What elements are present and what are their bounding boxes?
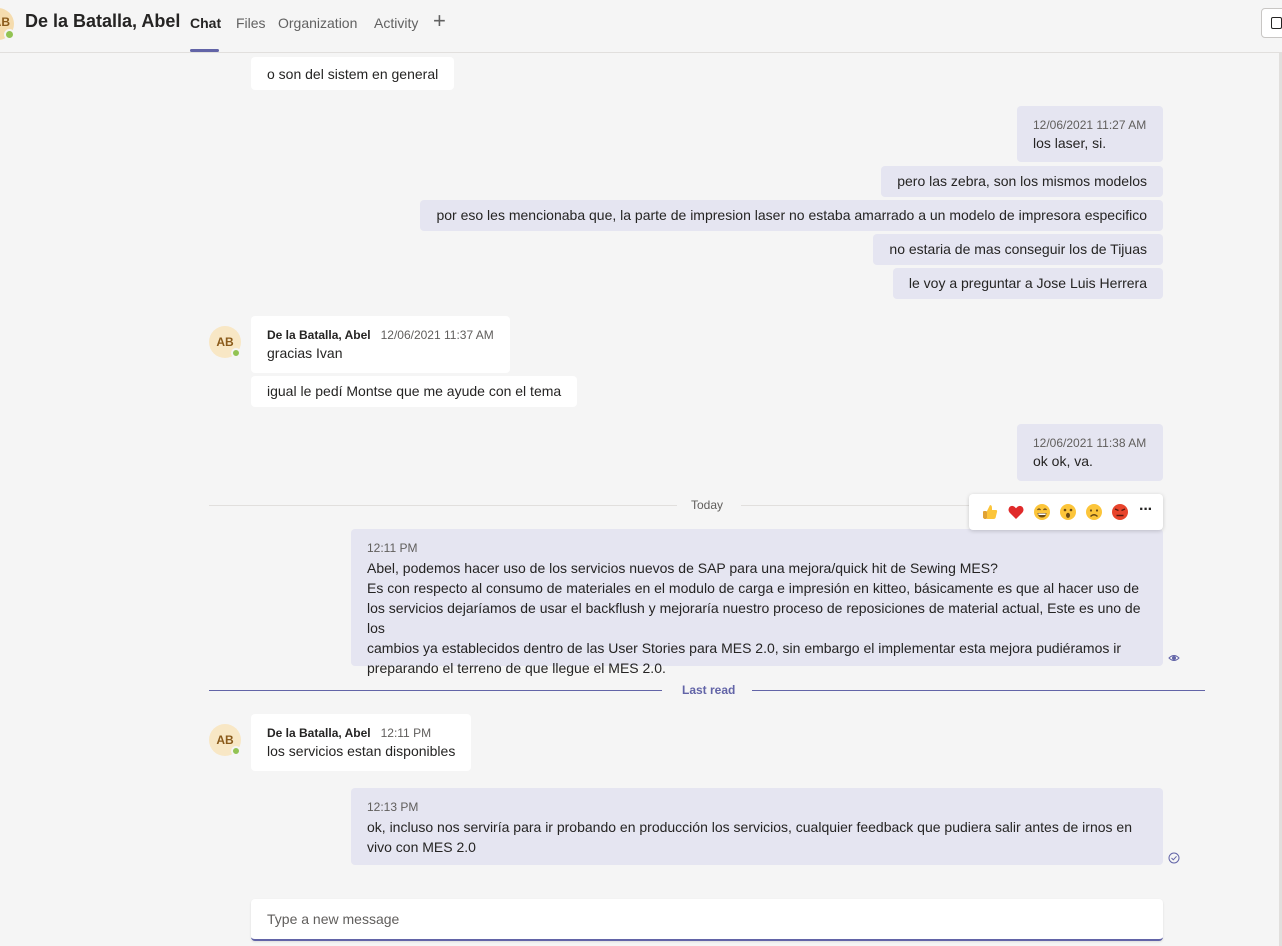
message-text-line: preparando el terreno de que llegue el M…	[367, 660, 666, 676]
message-timestamp: 12/06/2021 11:27 AM	[1033, 118, 1147, 132]
date-divider-line	[209, 505, 677, 506]
message-bubble-outgoing[interactable]: 12:13 PM ok, incluso nos serviría para i…	[351, 788, 1163, 865]
message-bubble-incoming[interactable]: De la Batalla, Abel 12:11 PM los servicio…	[251, 714, 472, 771]
message-bubble-outgoing[interactable]: pero las zebra, son los mismos modelos	[881, 166, 1163, 197]
laugh-icon[interactable]	[1033, 503, 1051, 521]
message-text: le voy a preguntar a Jose Luis Herrera	[908, 275, 1147, 291]
window-icon	[1271, 17, 1282, 29]
heart-icon[interactable]	[1007, 503, 1025, 521]
message-text-line: los servicios dejaríamos de usar el back…	[367, 600, 1141, 636]
last-read-divider-line	[752, 690, 1205, 691]
date-divider-line	[741, 505, 969, 506]
message-bubble-incoming[interactable]: o son del sistem en general	[251, 57, 455, 90]
message-timestamp: 12:13 PM	[367, 800, 419, 814]
chat-title: De la Batalla, Abel	[25, 11, 181, 31]
message-text: o son del sistem en general	[267, 66, 439, 82]
sender-avatar[interactable]: AB	[209, 724, 241, 756]
active-tab-indicator	[190, 49, 219, 52]
presence-available-icon	[231, 348, 241, 358]
tab-files[interactable]: Files	[236, 15, 266, 31]
message-bubble-outgoing[interactable]: 12:11 PM Abel, podemos hacer uso de los …	[351, 529, 1163, 676]
sent-receipt-icon	[1168, 852, 1180, 864]
message-text: pero las zebra, son los mismos modelos	[897, 173, 1147, 189]
message-text-line: Abel, podemos hacer uso de los servicios…	[367, 560, 998, 576]
message-timestamp: 12:11 PM	[380, 726, 432, 740]
message-timestamp: 12/06/2021 11:38 AM	[1033, 436, 1147, 450]
avatar-initials: AB	[216, 733, 234, 747]
message-text-line: cambios ya establecidos dentro de las Us…	[367, 640, 1122, 656]
message-text-line: vivo con MES 2.0	[367, 839, 476, 855]
message-meta: De la Batalla, Abel 12/06/2021 11:37 AM	[267, 327, 494, 343]
like-icon[interactable]	[981, 503, 999, 521]
message-bubble-outgoing[interactable]: 12/06/2021 11:27 AM los laser, si.	[1017, 106, 1163, 162]
message-bubble-outgoing[interactable]: no estaria de mas conseguir los de Tijua…	[873, 234, 1163, 265]
tab-activity[interactable]: Activity	[374, 15, 418, 31]
reaction-bar: ···	[969, 494, 1163, 530]
sad-icon[interactable]	[1085, 503, 1103, 521]
more-options-icon[interactable]: ···	[1139, 501, 1153, 519]
sender-name: De la Batalla, Abel	[267, 726, 371, 740]
message-composer	[251, 899, 1163, 941]
message-text: los laser, si.	[1033, 135, 1107, 151]
last-read-label: Last read	[682, 683, 736, 697]
avatar-initials: AB	[216, 335, 234, 349]
seen-receipt-icon	[1168, 655, 1180, 661]
presence-available-icon	[231, 746, 241, 756]
message-text: no estaria de mas conseguir los de Tijua…	[889, 241, 1147, 257]
sender-avatar[interactable]: AB	[209, 326, 241, 358]
message-text: los servicios estan disponibles	[267, 743, 456, 759]
message-text: gracias Ivan	[267, 345, 343, 361]
pop-out-button[interactable]	[1261, 8, 1282, 38]
date-divider-label: Today	[691, 498, 724, 512]
message-input[interactable]	[267, 911, 1127, 927]
message-bubble-outgoing[interactable]: 12/06/2021 11:38 AM ok ok, va.	[1017, 424, 1163, 481]
message-timestamp: 12:11 PM	[367, 541, 418, 555]
last-read-divider-line	[209, 690, 662, 691]
message-meta: De la Batalla, Abel 12:11 PM	[267, 725, 455, 741]
plus-icon[interactable]: +	[433, 10, 446, 32]
tab-chat[interactable]: Chat	[190, 15, 221, 31]
message-text: igual le pedí Montse que me ayude con el…	[267, 383, 562, 399]
message-text: por eso les mencionaba que, la parte de …	[436, 207, 1147, 223]
message-text-line: Es con respecto al consumo de materiales…	[367, 580, 1139, 596]
message-text-line: ok, incluso nos serviría para ir proband…	[367, 819, 1132, 835]
message-text: ok ok, va.	[1033, 453, 1093, 469]
message-bubble-incoming[interactable]: igual le pedí Montse que me ayude con el…	[251, 376, 578, 407]
message-bubble-incoming[interactable]: De la Batalla, Abel 12/06/2021 11:37 AM g…	[251, 316, 510, 373]
tab-organization[interactable]: Organization	[278, 15, 357, 31]
presence-available-icon	[4, 29, 15, 40]
message-bubble-outgoing[interactable]: le voy a preguntar a Jose Luis Herrera	[892, 268, 1163, 299]
surprised-icon[interactable]	[1059, 503, 1077, 521]
sender-name: De la Batalla, Abel	[267, 328, 371, 342]
message-bubble-outgoing[interactable]: por eso les mencionaba que, la parte de …	[420, 200, 1163, 231]
message-timestamp: 12/06/2021 11:37 AM	[380, 328, 494, 342]
angry-icon[interactable]	[1111, 503, 1129, 521]
chat-header: AB De la Batalla, Abel Chat Files Organi…	[0, 0, 1282, 53]
